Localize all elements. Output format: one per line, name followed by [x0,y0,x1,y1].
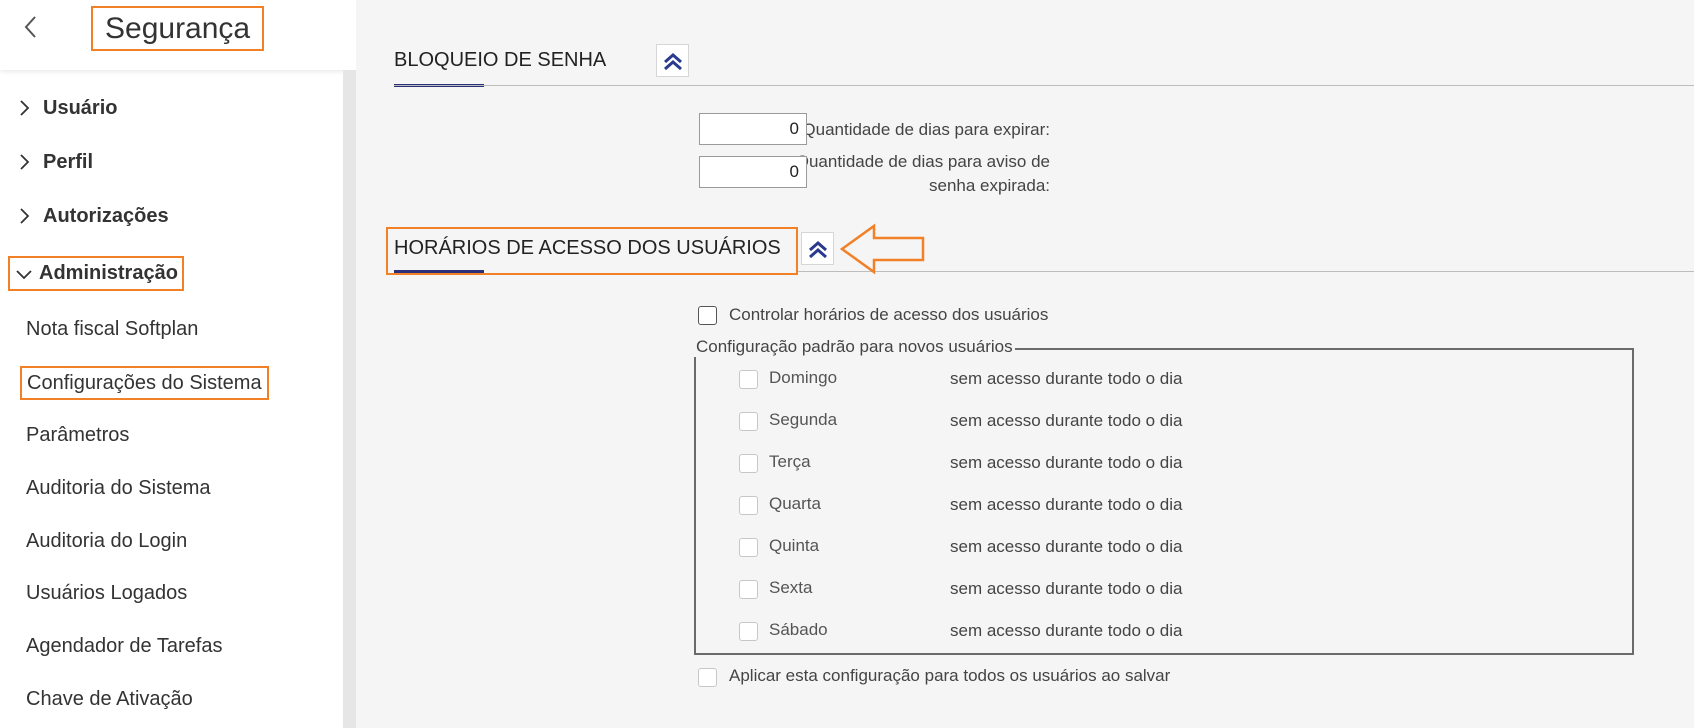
sidebar-subitem-chave-ativacao[interactable]: Chave de Ativação [26,686,193,712]
day-name: Sábado [769,620,828,639]
sidebar: Segurança Usuário Perfil Autorizações Ad… [0,0,356,728]
control-access-hours-label: Controlar horários de acesso dos usuário… [729,305,1049,324]
apply-all-users-label: Aplicar esta configuração para todos os … [729,666,1171,685]
double-chevron-up-icon [663,52,682,70]
section-title-underline [394,270,484,273]
apply-all-users-checkbox[interactable] [698,668,717,687]
chevron-left-icon [24,16,36,38]
double-chevron-up-icon [808,240,827,258]
section-divider [798,271,1694,272]
collapse-horarios-acesso-button[interactable] [801,232,834,265]
sidebar-item-label: Administração [39,262,178,284]
section-title-bloqueio-senha: BLOQUEIO DE SENHA [394,49,607,71]
days-to-expire-input[interactable] [699,113,807,145]
days-warning-input[interactable] [699,156,807,188]
day-name: Sexta [769,578,813,597]
day-checkbox[interactable] [739,412,758,431]
day-access-status: sem acesso durante todo o dia [950,453,1183,472]
sidebar-item-label: Usuário [43,96,118,119]
day-access-status: sem acesso durante todo o dia [950,579,1183,598]
day-name: Quarta [769,494,821,513]
sidebar-subitem-auditoria-sistema[interactable]: Auditoria do Sistema [26,475,211,501]
day-access-status: sem acesso durante todo o dia [950,369,1183,388]
section-title-horarios-acesso: HORÁRIOS DE ACESSO DOS USUÁRIOS [394,237,781,259]
day-access-status: sem acesso durante todo o dia [950,495,1183,514]
control-access-hours-checkbox[interactable] [698,306,717,325]
chevron-down-icon [16,269,32,279]
day-access-status: sem acesso durante todo o dia [950,621,1183,640]
sidebar-title: Segurança [91,6,265,51]
back-button[interactable] [18,14,44,40]
collapse-bloqueio-senha-button[interactable] [656,44,689,77]
sidebar-item-usuario[interactable]: Usuário [16,93,117,123]
sidebar-subitem-usuarios-logados[interactable]: Usuários Logados [26,580,187,606]
day-access-status: sem acesso durante todo o dia [950,537,1183,556]
chevron-right-icon [20,208,30,224]
day-checkbox[interactable] [739,538,758,557]
chevron-right-icon [20,100,30,116]
sidebar-item-administracao[interactable]: Administração [8,256,184,291]
main-content: BLOQUEIO DE SENHA Quantidade de dias par… [356,0,1694,728]
day-checkbox[interactable] [739,454,758,473]
day-name: Segunda [769,410,838,429]
default-config-legend: Configuração padrão para novos usuários [694,337,1015,357]
sidebar-item-label: Perfil [43,150,94,173]
day-checkbox[interactable] [739,580,758,599]
day-checkbox[interactable] [739,496,758,515]
sidebar-item-label: Autorizações [43,204,169,227]
chevron-right-icon [20,154,30,170]
arrow-left-icon [840,223,925,275]
day-checkbox[interactable] [739,622,758,641]
day-access-status: sem acesso durante todo o dia [950,411,1183,430]
sidebar-subitem-auditoria-login[interactable]: Auditoria do Login [26,528,187,554]
day-name: Quinta [769,536,820,555]
day-checkbox[interactable] [739,370,758,389]
sidebar-subitem-agendador-tarefas[interactable]: Agendador de Tarefas [26,633,222,659]
sidebar-item-autorizacoes[interactable]: Autorizações [16,201,169,231]
sidebar-subitem-configuracoes-sistema[interactable]: Configurações do Sistema [20,366,269,400]
sidebar-subitem-nota-fiscal[interactable]: Nota fiscal Softplan [26,316,198,342]
day-name: Terça [769,452,811,471]
sidebar-header: Segurança [0,0,356,70]
sidebar-item-perfil[interactable]: Perfil [16,147,93,177]
day-name: Domingo [769,368,838,387]
sidebar-scrollbar[interactable] [343,70,356,728]
section-divider [394,85,1694,86]
sidebar-subitem-parametros[interactable]: Parâmetros [26,422,129,448]
